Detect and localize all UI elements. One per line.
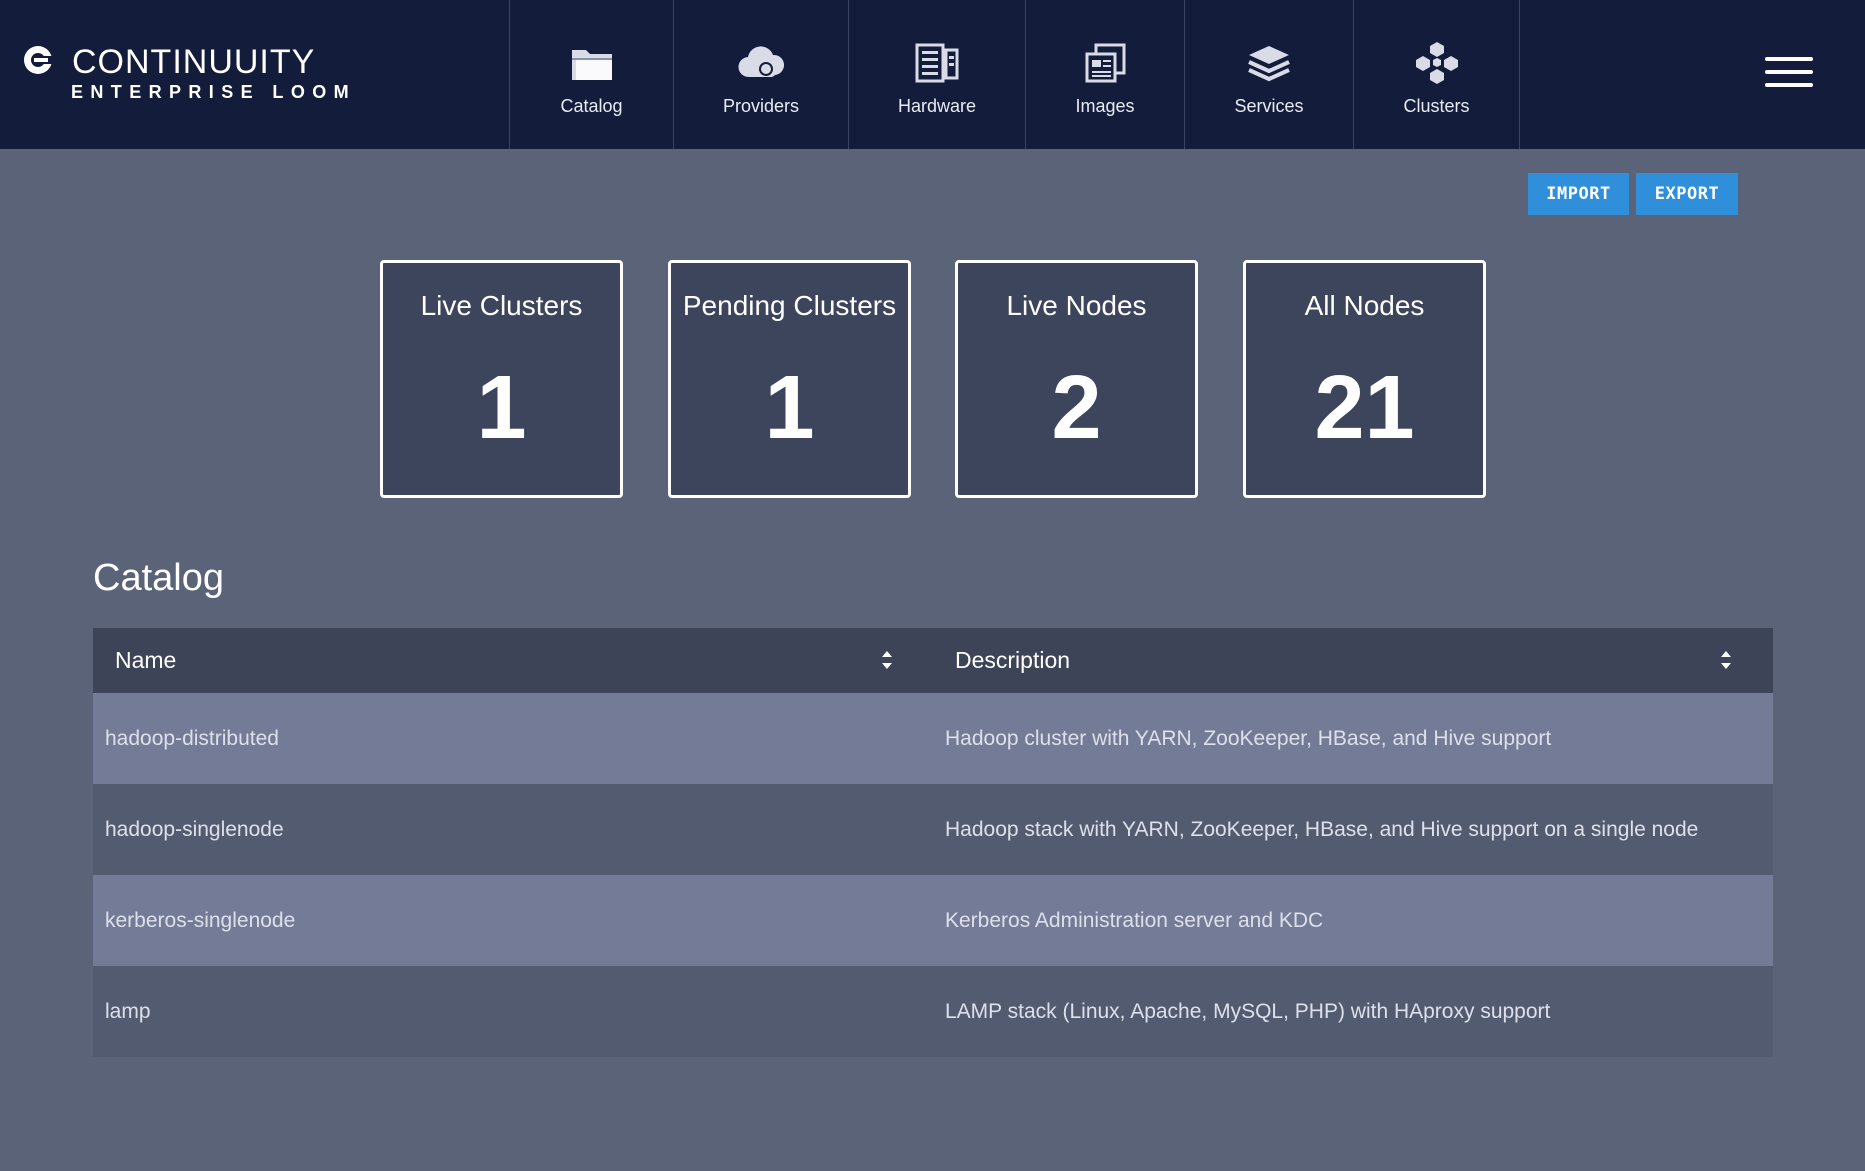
nav-label-images: Images (1075, 96, 1135, 116)
stat-value: 21 (1314, 358, 1415, 458)
stat-value: 2 (1051, 358, 1102, 458)
server-icon (915, 43, 959, 83)
stat-value: 1 (476, 358, 527, 458)
brand-subtitle: ENTERPRISE LOOM (71, 82, 357, 102)
nav-item-services[interactable]: Services (1185, 0, 1354, 149)
folder-icon (571, 50, 612, 80)
cell-name[interactable]: kerberos-singlenode (105, 875, 295, 966)
continuuity-logo-icon (24, 46, 54, 74)
table-body: hadoop-distributed Hadoop cluster with Y… (93, 693, 1773, 1057)
cell-name[interactable]: hadoop-distributed (105, 693, 279, 784)
cell-name[interactable]: lamp (105, 966, 151, 1057)
cell-name[interactable]: hadoop-singlenode (105, 784, 284, 875)
table-row[interactable]: lamp LAMP stack (Linux, Apache, MySQL, P… (93, 966, 1773, 1057)
cell-description: Hadoop cluster with YARN, ZooKeeper, HBa… (945, 726, 1552, 750)
table-header: Name Description (93, 628, 1773, 693)
catalog-heading: Catalog (93, 557, 224, 599)
stat-card-live-nodes[interactable]: Live Nodes 2 (955, 260, 1198, 498)
stat-title: Pending Clusters (682, 290, 897, 321)
stat-card-all-nodes[interactable]: All Nodes 21 (1243, 260, 1486, 498)
stat-card-live-clusters[interactable]: Live Clusters 1 (380, 260, 623, 498)
images-icon (1085, 43, 1126, 83)
stat-card-pending-clusters[interactable]: Pending Clusters 1 (668, 260, 911, 498)
cell-description: LAMP stack (Linux, Apache, MySQL, PHP) w… (945, 999, 1551, 1023)
nav-item-catalog[interactable]: Catalog (510, 0, 674, 149)
cell-description: Hadoop stack with YARN, ZooKeeper, HBase… (945, 817, 1699, 841)
stat-title: All Nodes (1304, 290, 1425, 321)
nav-label-catalog: Catalog (560, 96, 623, 116)
nav-label-services: Services (1234, 96, 1304, 116)
brand-name: CONTINUUITY (72, 43, 316, 81)
nav-item-images[interactable]: Images (1026, 0, 1185, 149)
hamburger-menu-icon[interactable] (1765, 57, 1813, 87)
cell-description: Kerberos Administration server and KDC (945, 908, 1324, 932)
nav-label-clusters: Clusters (1403, 96, 1470, 116)
table-row[interactable]: hadoop-singlenode Hadoop stack with YARN… (93, 784, 1773, 875)
top-navbar: CONTINUUITY ENTERPRISE LOOM Catalog Prov… (0, 0, 1865, 149)
import-button[interactable]: IMPORT (1528, 173, 1629, 215)
main-nav: Catalog Providers Hardware Images Servic… (509, 0, 1520, 149)
layers-icon (1248, 46, 1290, 82)
stat-title: Live Nodes (1006, 290, 1147, 321)
column-header-description[interactable]: Description (955, 628, 1070, 693)
stat-value: 1 (764, 358, 815, 458)
stat-title: Live Clusters (420, 290, 583, 321)
cubes-icon (1415, 42, 1458, 84)
table-row[interactable]: kerberos-singlenode Kerberos Administrat… (93, 875, 1773, 966)
nav-item-hardware[interactable]: Hardware (849, 0, 1026, 149)
column-header-name[interactable]: Name (115, 628, 176, 693)
table-row[interactable]: hadoop-distributed Hadoop cluster with Y… (93, 693, 1773, 784)
export-button[interactable]: EXPORT (1636, 173, 1738, 215)
sort-icon[interactable] (880, 648, 894, 672)
sort-icon[interactable] (1719, 648, 1733, 672)
nav-label-providers: Providers (722, 96, 800, 116)
catalog-table: Name Description hadoop-distributed Hado… (93, 628, 1773, 1057)
nav-item-providers[interactable]: Providers (674, 0, 849, 149)
brand-logo[interactable]: CONTINUUITY ENTERPRISE LOOM (22, 43, 352, 104)
nav-item-clusters[interactable]: Clusters (1354, 0, 1520, 149)
nav-label-hardware: Hardware (897, 96, 977, 116)
cloud-icon (738, 46, 785, 78)
